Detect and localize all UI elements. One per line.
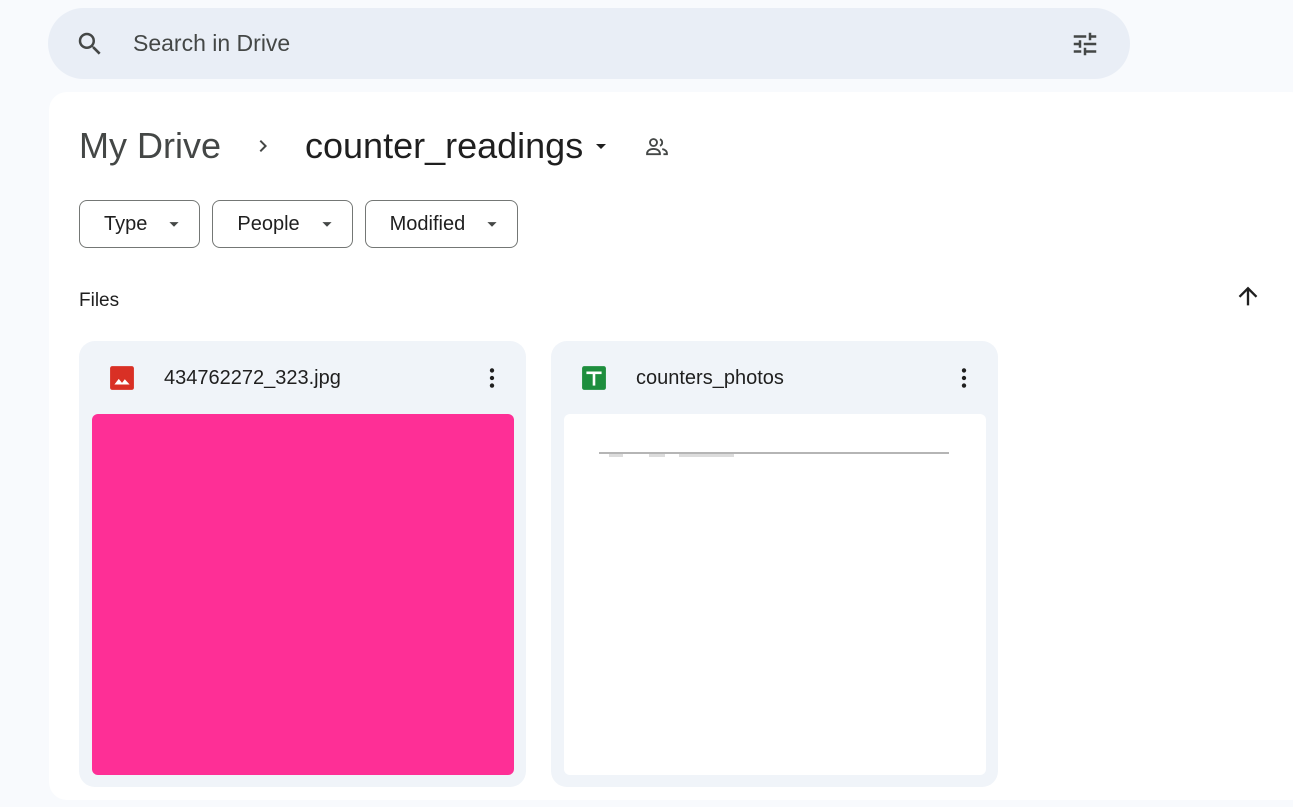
arrow-drop-down-icon: [322, 222, 332, 227]
more-vert-icon[interactable]: [479, 365, 505, 391]
chip-label: People: [237, 212, 300, 235]
image-file-icon: [110, 366, 134, 390]
sheet-preview-cell: [679, 454, 734, 457]
people-icon[interactable]: [643, 132, 671, 160]
sheets-file-icon: [582, 366, 606, 390]
file-card-header: counters_photos: [551, 341, 998, 413]
file-card[interactable]: counters_photos: [551, 341, 998, 787]
arrow-upward-icon[interactable]: [1234, 282, 1262, 310]
arrow-drop-down-icon[interactable]: [589, 134, 613, 158]
search-input[interactable]: [133, 8, 1013, 79]
modified-filter-chip[interactable]: Modified: [364, 200, 519, 248]
chip-label: Modified: [389, 212, 466, 235]
arrow-drop-down-icon: [487, 222, 497, 227]
arrow-drop-down-icon: [169, 222, 179, 227]
breadcrumb: My Drive counter_readings: [79, 122, 671, 170]
search-bar: [48, 8, 1130, 79]
sheet-preview-cell: [649, 454, 665, 457]
chevron-right-icon: [259, 140, 267, 152]
files-section-title: Files: [79, 290, 120, 311]
breadcrumb-my-drive[interactable]: My Drive: [79, 125, 221, 167]
file-name: counters_photos: [636, 367, 784, 389]
file-name: 434762272_323.jpg: [164, 367, 341, 389]
file-thumbnail[interactable]: [564, 414, 986, 775]
breadcrumb-current-folder[interactable]: counter_readings: [305, 125, 583, 167]
search-icon[interactable]: [75, 29, 105, 59]
file-thumbnail[interactable]: [92, 414, 514, 775]
main-panel: My Drive counter_readings Type People Mo…: [49, 92, 1293, 800]
tune-icon[interactable]: [1069, 29, 1101, 59]
people-filter-chip[interactable]: People: [212, 200, 353, 248]
chip-label: Type: [104, 212, 148, 235]
more-vert-icon[interactable]: [951, 365, 977, 391]
file-card[interactable]: 434762272_323.jpg: [79, 341, 526, 787]
file-card-header: 434762272_323.jpg: [79, 341, 526, 413]
sheet-preview-cell: [609, 454, 623, 457]
type-filter-chip[interactable]: Type: [79, 200, 201, 248]
filter-chips: Type People Modified: [79, 200, 530, 248]
